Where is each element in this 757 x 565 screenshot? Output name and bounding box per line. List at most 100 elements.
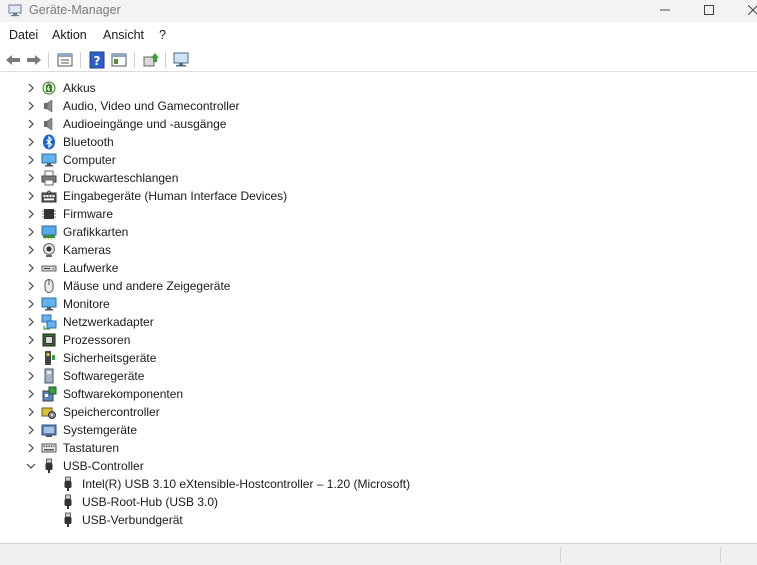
tree-node-category[interactable]: Softwaregeräte <box>0 367 757 385</box>
processor-icon <box>42 333 56 347</box>
tree-node-label: Kameras <box>63 243 112 257</box>
tree-node-category[interactable]: Akkus <box>0 79 757 97</box>
tree-node-label: Speichercontroller <box>63 405 160 419</box>
title-bar: Geräte-Manager <box>0 0 757 22</box>
bluetooth-icon <box>43 134 55 150</box>
tree-node-category[interactable]: Softwarekomponenten <box>0 385 757 403</box>
tree-node-category[interactable]: Firmware <box>0 205 757 223</box>
toolbar-separator <box>134 52 135 68</box>
chip-icon <box>42 209 56 219</box>
toolbar-separator <box>165 52 166 68</box>
tree-node-label: Mäuse und andere Zeigegeräte <box>63 279 231 293</box>
tree-node-label: Eingabegeräte (Human Interface Devices) <box>63 189 288 203</box>
chevron-right-icon[interactable] <box>25 388 37 400</box>
tree-node-category[interactable]: Speichercontroller <box>0 403 757 421</box>
toolbar-separator <box>48 52 49 68</box>
tree-node-category[interactable]: Mäuse und andere Zeigegeräte <box>0 277 757 295</box>
tree-node-category[interactable]: Bluetooth <box>0 133 757 151</box>
chevron-right-icon[interactable] <box>25 280 37 292</box>
chevron-down-icon[interactable] <box>25 460 37 472</box>
battery-icon <box>42 81 56 95</box>
minimize-icon <box>660 9 670 11</box>
chevron-right-icon[interactable] <box>25 208 37 220</box>
chevron-right-icon[interactable] <box>25 154 37 166</box>
tree-node-category[interactable]: Prozessoren <box>0 331 757 349</box>
tree-node-category[interactable]: Audioeingänge und -ausgänge <box>0 115 757 133</box>
tree-node-label: Grafikkarten <box>63 225 129 239</box>
tree-node-label: Bluetooth <box>63 135 114 149</box>
chevron-right-icon[interactable] <box>25 298 37 310</box>
tree-node-category[interactable]: Audio, Video und Gamecontroller <box>0 97 757 115</box>
status-pane <box>720 547 757 563</box>
chevron-right-icon[interactable] <box>25 136 37 148</box>
toolbar: ? <box>0 48 757 72</box>
menu-aktion[interactable]: Aktion <box>52 28 87 42</box>
maximize-button[interactable] <box>686 0 732 20</box>
chevron-right-icon[interactable] <box>25 262 37 274</box>
tree-node-label: USB-Verbundgerät <box>82 513 183 527</box>
usb-plug-icon <box>64 476 72 491</box>
tree-node-label: USB-Controller <box>63 459 144 473</box>
view-icon[interactable] <box>110 51 128 69</box>
tree-node-category[interactable]: Grafikkarten <box>0 223 757 241</box>
tree-node-device[interactable]: USB-Verbundgerät <box>0 511 757 529</box>
chevron-right-icon[interactable] <box>25 424 37 436</box>
system-folder-icon <box>41 424 57 437</box>
device-tree: Akkus Audio, Video und Gamecontroller Audi… <box>0 78 757 540</box>
status-bar <box>0 543 757 565</box>
tree-node-category[interactable]: Sicherheitsgeräte <box>0 349 757 367</box>
update-driver-icon[interactable] <box>142 51 160 69</box>
chevron-right-icon[interactable] <box>25 352 37 364</box>
menu-help[interactable]: ? <box>159 28 166 42</box>
properties-icon[interactable] <box>56 51 74 69</box>
chevron-right-icon[interactable] <box>25 334 37 346</box>
menu-ansicht[interactable]: Ansicht <box>103 28 144 42</box>
minimize-button[interactable] <box>642 0 688 20</box>
tree-node-label: Firmware <box>63 207 113 221</box>
tree-node-category[interactable]: Eingabegeräte (Human Interface Devices) <box>0 187 757 205</box>
tree-node-label: Akkus <box>63 81 96 95</box>
tree-node-label: Netzwerkadapter <box>63 315 154 329</box>
chevron-right-icon[interactable] <box>25 316 37 328</box>
chevron-right-icon[interactable] <box>25 82 37 94</box>
status-pane <box>560 547 720 563</box>
tree-node-label: Systemgeräte <box>63 423 138 437</box>
usb-plug-icon <box>64 512 72 527</box>
close-button[interactable] <box>730 0 757 20</box>
chevron-right-icon[interactable] <box>25 100 37 112</box>
menu-datei[interactable]: Datei <box>9 28 38 42</box>
back-arrow-icon[interactable] <box>4 51 22 69</box>
chevron-right-icon[interactable] <box>25 244 37 256</box>
tree-node-category[interactable]: Laufwerke <box>0 259 757 277</box>
tree-node-category[interactable]: Computer <box>0 151 757 169</box>
monitor-scan-icon[interactable] <box>172 51 190 69</box>
usb-plug-icon <box>45 458 53 473</box>
webcam-icon <box>43 243 55 257</box>
tree-node-category[interactable]: USB-Controller <box>0 457 757 475</box>
tree-node-device[interactable]: Intel(R) USB 3.10 eXtensible-Hostcontrol… <box>0 475 757 493</box>
tree-node-label: Intel(R) USB 3.10 eXtensible-Hostcontrol… <box>82 477 411 491</box>
tree-node-category[interactable]: Tastaturen <box>0 439 757 457</box>
tree-node-label: Sicherheitsgeräte <box>63 351 157 365</box>
keyboard-icon <box>41 443 57 453</box>
forward-arrow-icon[interactable] <box>25 51 43 69</box>
chevron-right-icon[interactable] <box>25 442 37 454</box>
tree-node-category[interactable]: Kameras <box>0 241 757 259</box>
tree-node-category[interactable]: Netzwerkadapter <box>0 313 757 331</box>
chevron-right-icon[interactable] <box>25 406 37 418</box>
help-icon[interactable]: ? <box>88 51 106 69</box>
chevron-right-icon[interactable] <box>25 226 37 238</box>
chevron-right-icon[interactable] <box>25 118 37 130</box>
chevron-right-icon[interactable] <box>25 370 37 382</box>
security-key-icon <box>45 351 55 365</box>
drive-icon <box>41 265 57 272</box>
chevron-right-icon[interactable] <box>25 172 37 184</box>
svg-text:?: ? <box>94 54 101 68</box>
network-icon <box>41 314 57 330</box>
tree-node-category[interactable]: Systemgeräte <box>0 421 757 439</box>
tree-node-category[interactable]: Monitore <box>0 295 757 313</box>
chevron-right-icon[interactable] <box>25 190 37 202</box>
tree-node-category[interactable]: Druckwarteschlangen <box>0 169 757 187</box>
tree-node-device[interactable]: USB-Root-Hub (USB 3.0) <box>0 493 757 511</box>
storage-controller-icon <box>41 407 56 419</box>
